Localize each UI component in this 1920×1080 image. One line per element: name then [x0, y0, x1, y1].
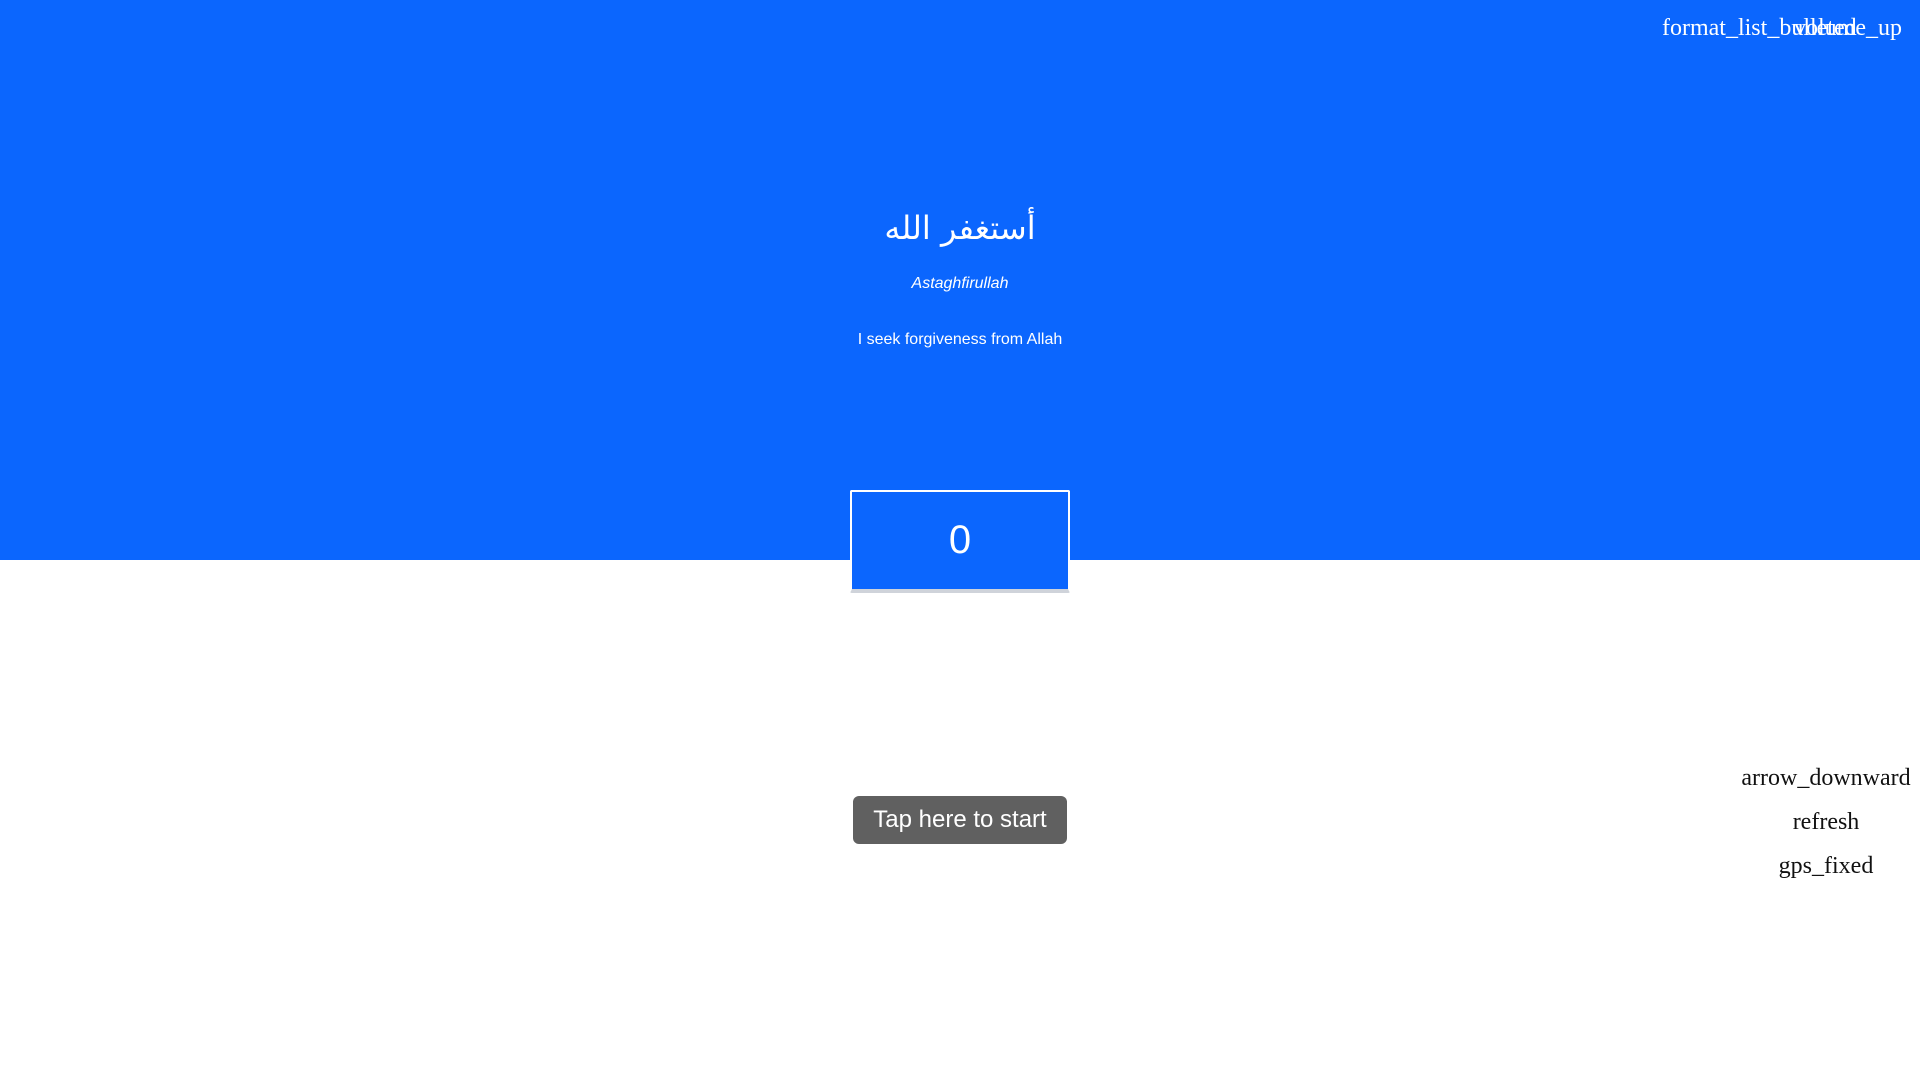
side-controls: arrow_downward refresh gps_fixed	[1726, 762, 1920, 894]
volume-up-icon[interactable]: volume_up	[1794, 16, 1902, 40]
tap-to-start-button[interactable]: Tap here to start	[853, 796, 1067, 844]
refresh-icon[interactable]: refresh	[1726, 806, 1920, 850]
gps-fixed-icon[interactable]: gps_fixed	[1726, 850, 1920, 894]
dhikr-arabic-text: أستغفر الله	[884, 209, 1036, 247]
counter-display: 0	[850, 490, 1070, 593]
arrow-downward-icon[interactable]: arrow_downward	[1726, 762, 1920, 806]
dhikr-translation: I seek forgiveness from Allah	[857, 331, 1063, 348]
dhikr-transliteration: Astaghfirullah	[911, 275, 1009, 292]
dhikr-panel: format_list_bulleted volume_up أستغفر ال…	[0, 0, 1920, 560]
